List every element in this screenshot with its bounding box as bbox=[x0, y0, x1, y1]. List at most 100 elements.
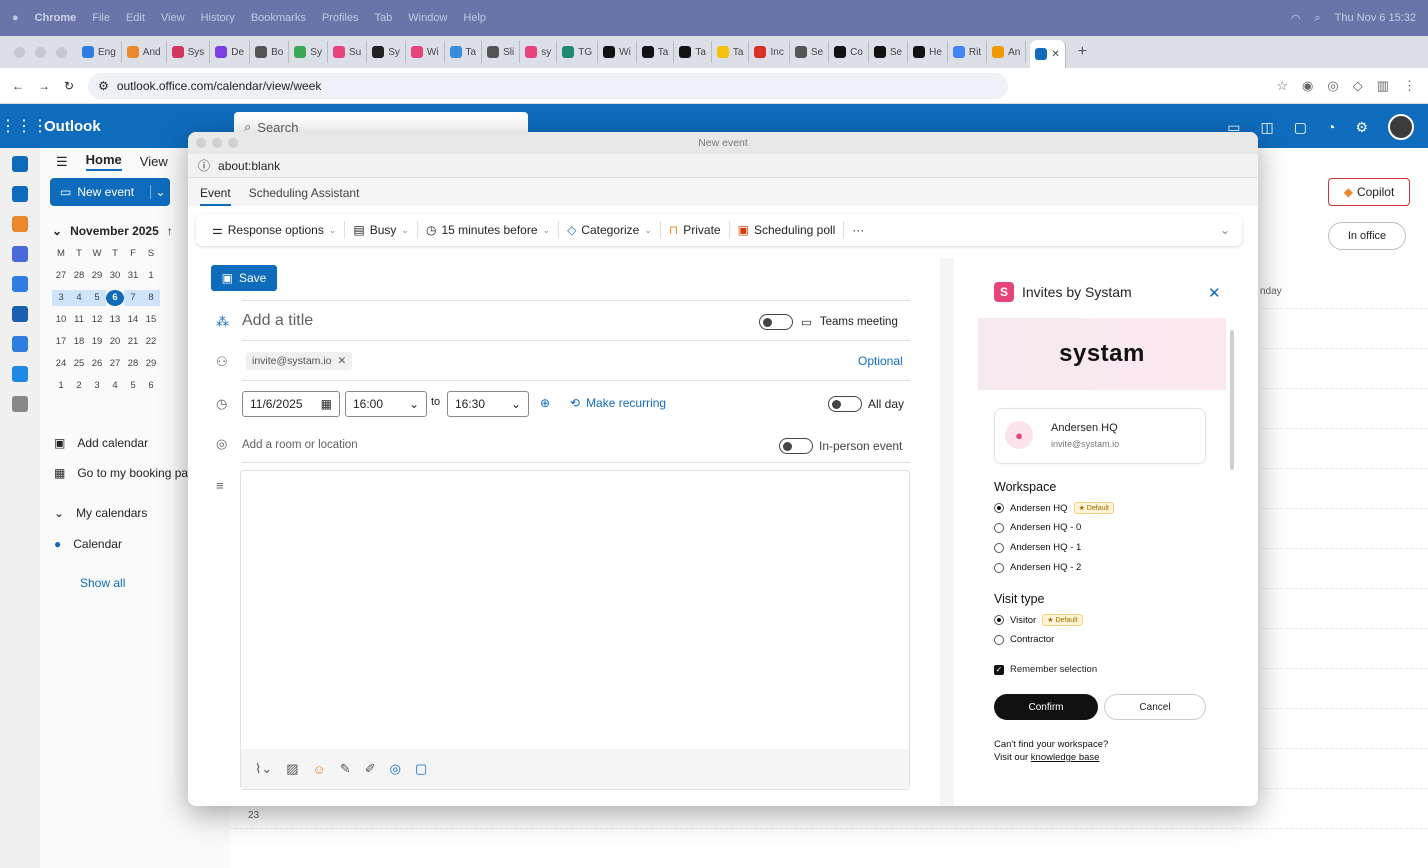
in-person-toggle[interactable]: In-person event bbox=[779, 438, 902, 454]
cancel-button[interactable]: Cancel bbox=[1104, 694, 1206, 720]
attach-icon[interactable]: ⌇⌄ bbox=[255, 761, 272, 777]
browser-tab[interactable]: Eng bbox=[77, 41, 122, 63]
workspace-option[interactable]: Andersen HQ ★ Default bbox=[994, 502, 1114, 514]
response-options-button[interactable]: ⚌ Response options ⌄ bbox=[204, 221, 346, 239]
visit-type-option[interactable]: Contractor bbox=[994, 634, 1054, 645]
knowledge-base-link[interactable]: knowledge base bbox=[1031, 752, 1100, 763]
arrow-up-icon[interactable]: ↑ bbox=[167, 224, 173, 238]
browser-tab[interactable]: Wi bbox=[406, 41, 445, 63]
clock[interactable]: Thu Nov 6 15:32 bbox=[1335, 12, 1416, 24]
mini-calendar-day[interactable]: 28 bbox=[70, 268, 88, 284]
mini-calendar-day[interactable]: 25 bbox=[70, 356, 88, 372]
window-close-icon[interactable] bbox=[14, 46, 25, 58]
title-input[interactable]: Add a title bbox=[242, 312, 313, 330]
search-icon[interactable]: ⌕ bbox=[1314, 12, 1320, 25]
app-launcher-icon[interactable]: ⋮⋮⋮ bbox=[0, 116, 48, 136]
browser-tab[interactable]: Co bbox=[829, 41, 869, 63]
mini-calendar-day[interactable]: 11 bbox=[70, 312, 88, 328]
mini-calendar-day[interactable]: 3 bbox=[52, 290, 70, 306]
mini-calendar-day[interactable]: 5 bbox=[88, 290, 106, 306]
highlight-icon[interactable]: ✎ bbox=[340, 761, 351, 777]
emoji-icon[interactable]: ☺ bbox=[313, 762, 326, 777]
timezone-globe-icon[interactable]: ⊕ bbox=[540, 396, 550, 410]
browser-tab[interactable]: An bbox=[987, 41, 1027, 63]
close-icon[interactable]: ✕ bbox=[1208, 284, 1221, 302]
workspace-option[interactable]: Andersen HQ - 1 bbox=[994, 542, 1081, 553]
mini-calendar-day[interactable]: 28 bbox=[124, 356, 142, 372]
mini-calendar-day[interactable]: 30 bbox=[106, 268, 124, 284]
mini-calendar-day[interactable]: 20 bbox=[106, 334, 124, 350]
mini-calendar-day[interactable]: 7 bbox=[124, 290, 142, 306]
mini-calendar-day[interactable]: 15 bbox=[142, 312, 160, 328]
workspace-option[interactable]: Andersen HQ - 2 bbox=[994, 562, 1081, 573]
forward-icon[interactable]: → bbox=[38, 79, 50, 93]
outlook-brand[interactable]: Outlook bbox=[44, 118, 101, 135]
new-event-button[interactable]: ▭ New event ⌄ bbox=[50, 178, 170, 206]
workspace-option[interactable]: Andersen HQ - 0 bbox=[994, 522, 1081, 533]
copilot-icon[interactable] bbox=[12, 216, 28, 232]
menu-profiles[interactable]: Profiles bbox=[322, 12, 359, 24]
mini-calendar-day[interactable]: 5 bbox=[124, 378, 142, 394]
mini-calendar-day[interactable]: 21 bbox=[124, 334, 142, 350]
menu-tab[interactable]: Tab bbox=[375, 12, 393, 24]
browser-tab[interactable]: Sy bbox=[367, 41, 406, 63]
make-recurring-button[interactable]: ⟲ Make recurring bbox=[570, 396, 666, 410]
site-info-icon[interactable]: ⚙ bbox=[98, 79, 109, 93]
browser-tab[interactable]: Bo bbox=[250, 41, 290, 63]
mini-calendar-day[interactable]: 8 bbox=[142, 290, 160, 306]
close-icon[interactable] bbox=[196, 138, 206, 148]
org-card[interactable]: ● Andersen HQ invite@systam.io bbox=[994, 408, 1206, 464]
extension-icon[interactable]: ◎ bbox=[1327, 78, 1338, 94]
mini-calendar-day[interactable]: 6 bbox=[106, 290, 124, 306]
panel-scrollbar[interactable] bbox=[1230, 330, 1234, 470]
teams-meeting-toggle[interactable]: ▭ Teams meeting bbox=[759, 314, 898, 330]
browser-tab[interactable]: sy bbox=[520, 41, 558, 63]
bell-icon[interactable]: ◔ bbox=[1327, 119, 1335, 135]
expand-chevron-icon[interactable]: ⌄ bbox=[1220, 223, 1230, 237]
categorize-button[interactable]: ◇ Categorize ⌄ bbox=[559, 221, 661, 239]
month-label[interactable]: November 2025 bbox=[70, 224, 159, 238]
tab-outlook-active[interactable]: ✕ bbox=[1030, 40, 1066, 68]
scheduling-poll-button[interactable]: ▣ Scheduling poll bbox=[730, 221, 845, 239]
all-day-toggle[interactable]: All day bbox=[828, 396, 904, 412]
chevron-down-icon[interactable]: ⌄ bbox=[150, 185, 170, 199]
menu-view[interactable]: View bbox=[161, 12, 185, 24]
collapse-chevron-icon[interactable]: ⌄ bbox=[52, 224, 62, 238]
mini-calendar-day[interactable]: 1 bbox=[142, 268, 160, 284]
onedrive-icon[interactable] bbox=[12, 366, 28, 382]
mini-calendar-day[interactable]: 4 bbox=[70, 290, 88, 306]
copilot-button[interactable]: ◆ Copilot bbox=[1328, 178, 1410, 206]
gear-icon[interactable]: ⚙ bbox=[1355, 119, 1368, 136]
visit-type-option[interactable]: Visitor ★ Default bbox=[994, 614, 1083, 626]
apple-icon[interactable]: ● bbox=[12, 12, 19, 24]
browser-tab[interactable]: TG bbox=[557, 41, 599, 63]
bookmark-star-icon[interactable]: ☆ bbox=[1276, 78, 1288, 94]
extension-icon[interactable]: ◉ bbox=[1302, 78, 1313, 94]
mini-calendar-day[interactable]: 13 bbox=[106, 312, 124, 328]
show-all-link[interactable]: Show all bbox=[80, 576, 125, 590]
browser-tab[interactable]: Se bbox=[790, 41, 830, 63]
end-time-select[interactable]: 16:30 ⌄ bbox=[447, 391, 529, 417]
browser-tab[interactable]: Ta bbox=[637, 41, 675, 63]
browser-tab[interactable]: Se bbox=[869, 41, 909, 63]
tab-scheduling-assistant[interactable]: Scheduling Assistant bbox=[249, 186, 360, 206]
menu-file[interactable]: File bbox=[92, 12, 110, 24]
org-icon[interactable] bbox=[12, 336, 28, 352]
draw-icon[interactable]: ✐ bbox=[365, 761, 376, 777]
attendee-chip[interactable]: invite@systam.io ✕ bbox=[246, 352, 353, 370]
menu-edit[interactable]: Edit bbox=[126, 12, 145, 24]
more-options-button[interactable]: ··· bbox=[844, 221, 872, 239]
mini-calendar-day[interactable]: 29 bbox=[88, 268, 106, 284]
location-input[interactable]: Add a room or location bbox=[242, 439, 358, 451]
mini-calendar-day[interactable]: 24 bbox=[52, 356, 70, 372]
mini-calendar-day[interactable]: 26 bbox=[88, 356, 106, 372]
people-icon[interactable] bbox=[12, 246, 28, 262]
browser-tab[interactable]: Ta bbox=[445, 41, 483, 63]
browser-tab[interactable]: He bbox=[908, 41, 948, 63]
confirm-button[interactable]: Confirm bbox=[994, 694, 1098, 720]
mini-calendar-day[interactable]: 10 bbox=[52, 312, 70, 328]
zoom-icon[interactable] bbox=[228, 138, 238, 148]
add-calendar-link[interactable]: ▣ Add calendar bbox=[54, 436, 148, 450]
browser-tab[interactable]: Sy bbox=[289, 41, 328, 63]
private-button[interactable]: ⊓ Private bbox=[661, 221, 730, 239]
